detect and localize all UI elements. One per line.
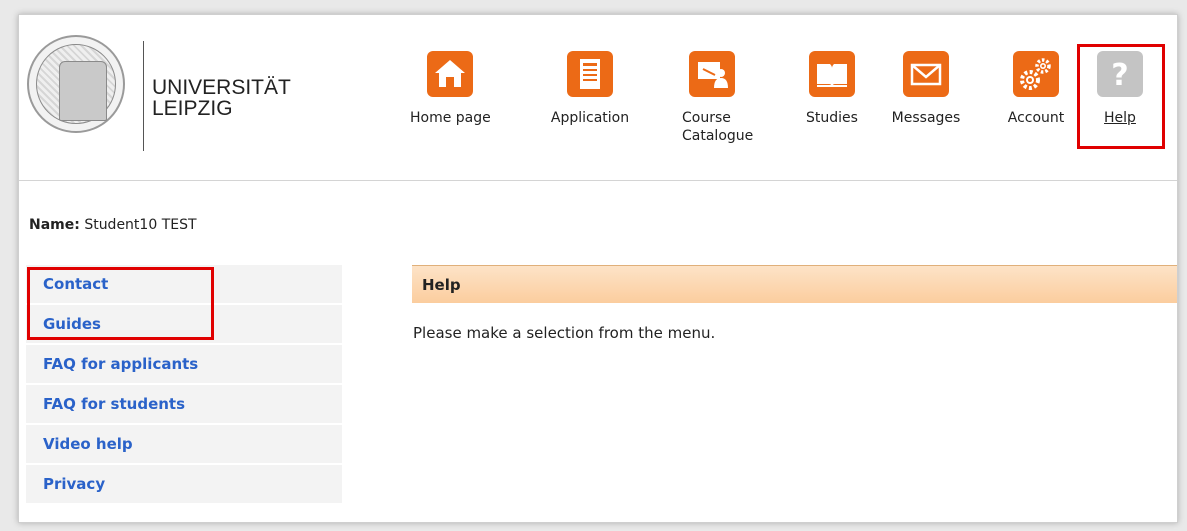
page-frame: UNIVERSITÄT LEIPZIG Home page Applicatio…	[18, 14, 1178, 523]
nav-course-catalogue-label: Course Catalogue	[682, 110, 754, 144]
content-title: Help	[412, 265, 1177, 303]
nav-home-page-label: Home page	[410, 110, 491, 126]
nav-course-catalogue[interactable]: Course Catalogue	[662, 51, 762, 145]
nav-studies[interactable]: Studies	[797, 51, 867, 127]
nav-home-page[interactable]: Home page	[410, 51, 491, 127]
document-icon	[567, 51, 613, 97]
menu-item-privacy[interactable]: Privacy	[26, 465, 342, 505]
user-name: Name: Student10 TEST	[29, 217, 197, 233]
home-icon	[427, 51, 473, 97]
university-name-line2: LEIPZIG	[152, 97, 233, 120]
content-message: Please make a selection from the menu.	[413, 324, 716, 342]
menu-item-video-help[interactable]: Video help	[26, 425, 342, 465]
university-name: UNIVERSITÄT LEIPZIG	[152, 77, 291, 119]
presentation-icon	[689, 51, 735, 97]
nav-account-label: Account	[1007, 110, 1065, 126]
nav-studies-label: Studies	[806, 110, 858, 126]
user-name-label: Name:	[29, 217, 80, 233]
menu-highlight-box	[27, 267, 214, 340]
header: UNIVERSITÄT LEIPZIG Home page Applicatio…	[19, 15, 1177, 181]
nav-application-label: Application	[550, 110, 630, 126]
logo-divider	[143, 41, 144, 151]
menu-item-faq-applicants[interactable]: FAQ for applicants	[26, 345, 342, 385]
university-seal-logo	[27, 35, 125, 133]
help-highlight-box	[1077, 44, 1165, 149]
gears-icon	[1013, 51, 1059, 97]
nav-account[interactable]: Account	[996, 51, 1076, 127]
university-name-line1: UNIVERSITÄT	[152, 76, 291, 99]
book-icon	[809, 51, 855, 97]
user-name-value: Student10 TEST	[84, 217, 197, 233]
nav-messages-label: Messages	[891, 110, 961, 126]
nav-application[interactable]: Application	[540, 51, 640, 127]
envelope-icon	[903, 51, 949, 97]
menu-item-faq-students[interactable]: FAQ for students	[26, 385, 342, 425]
nav-messages[interactable]: Messages	[881, 51, 971, 127]
